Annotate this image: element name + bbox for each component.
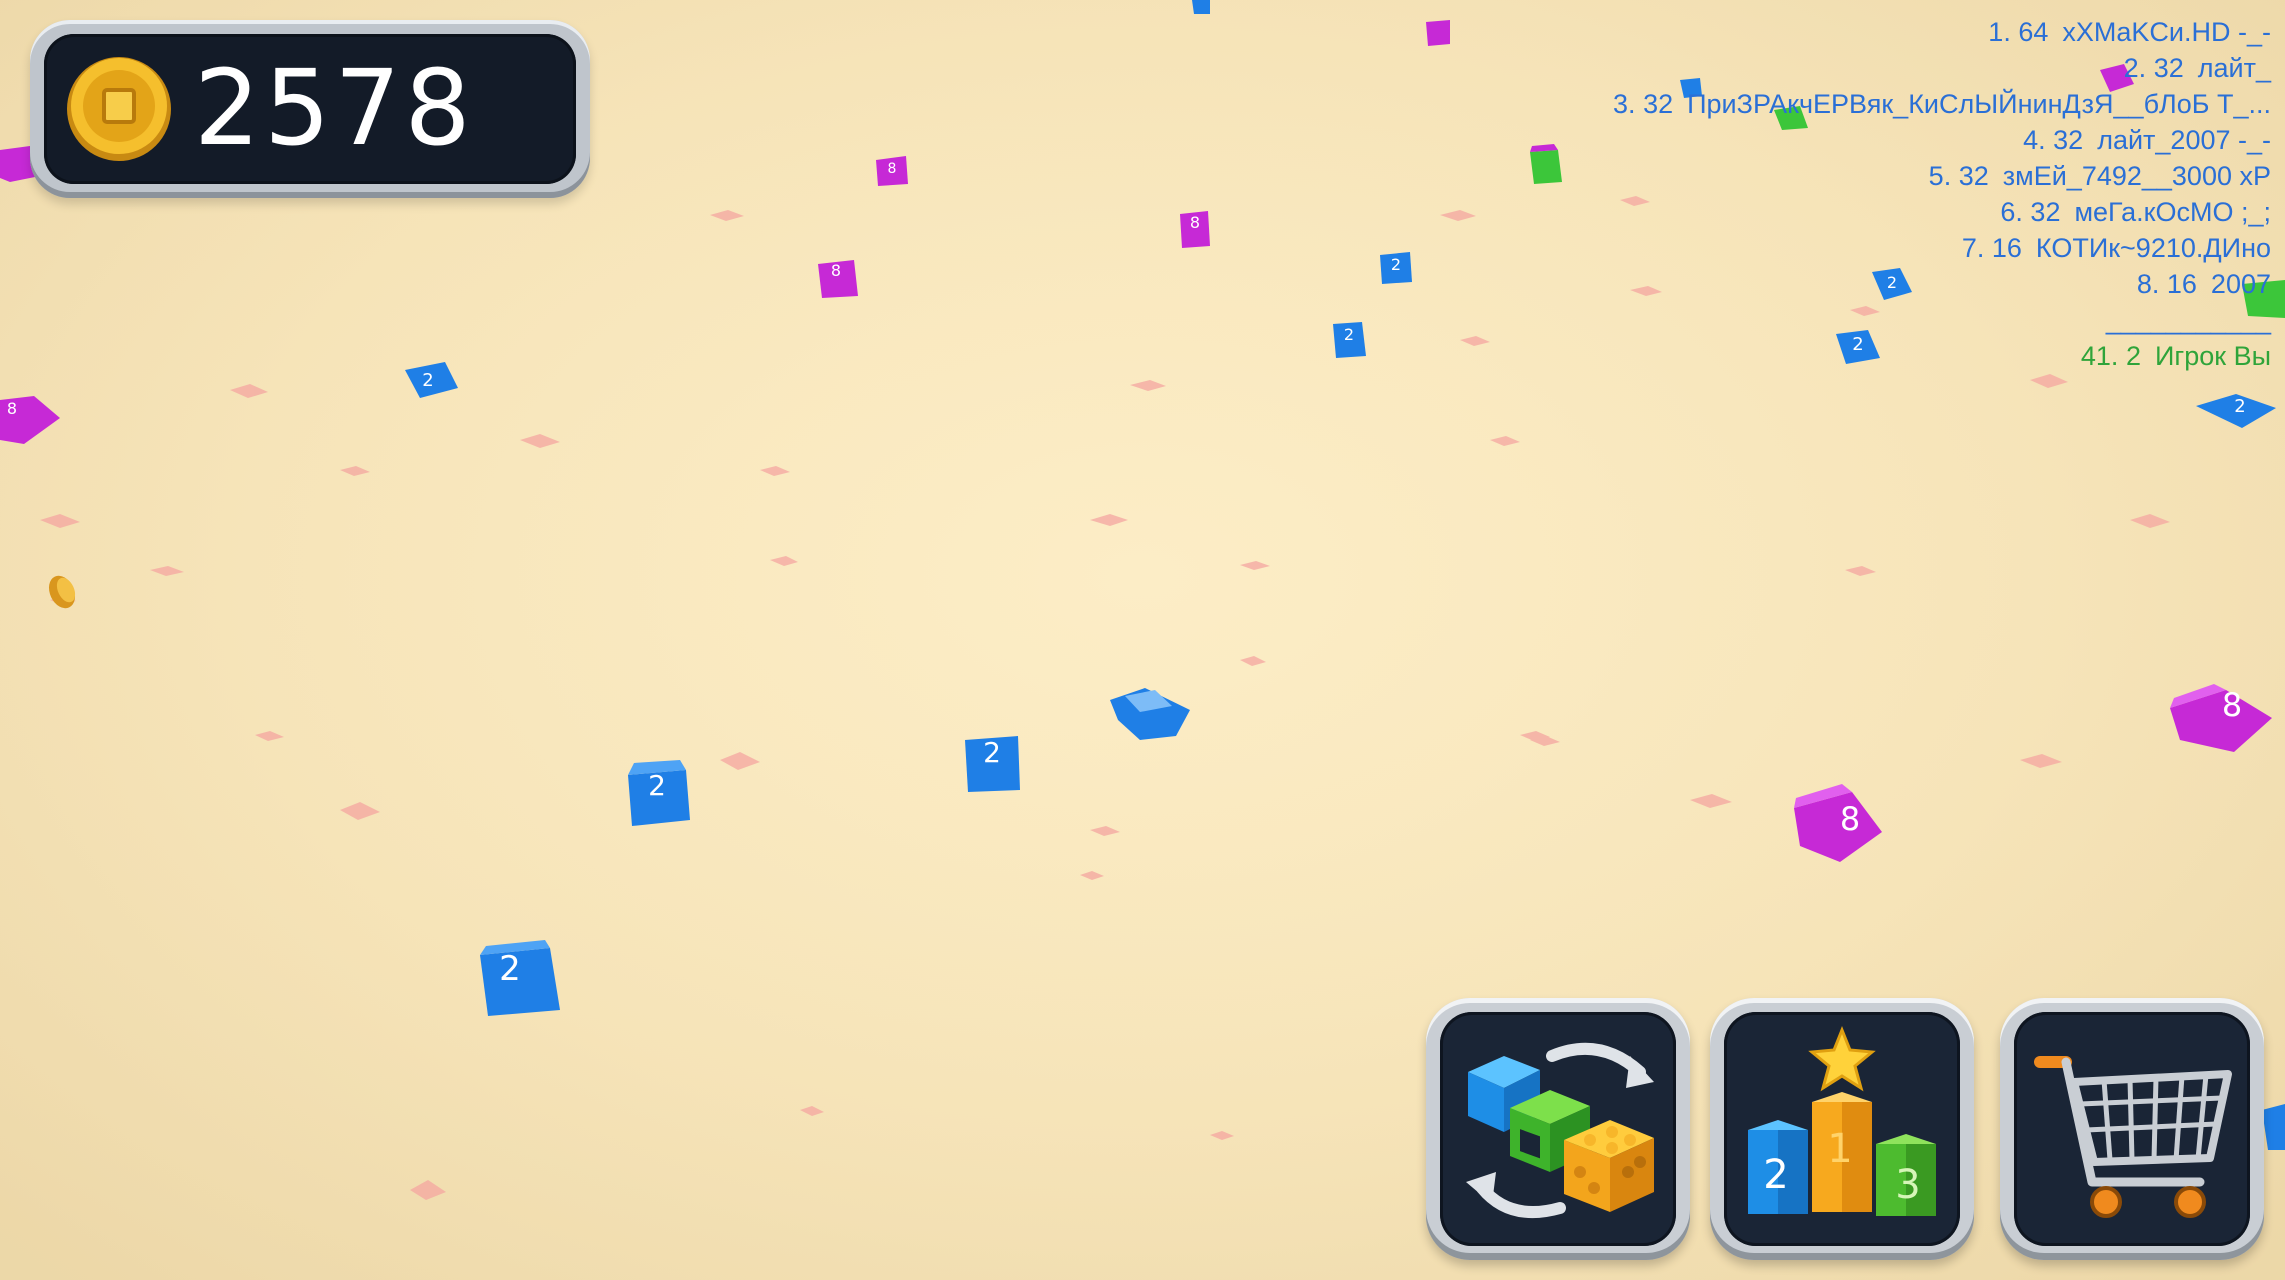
leaderboard-score: 32 [2030, 197, 2061, 227]
podium-leaderboard-icon: 1 2 3 [1748, 1025, 1936, 1216]
cube-label: 8 [1840, 800, 1860, 838]
blue-cube: 2 [628, 760, 690, 826]
leaderboard-player-row: 41. 2 Игрок Вы [1551, 338, 2271, 374]
gold-coin-icon [67, 57, 171, 161]
cube-label: 8 [2222, 686, 2242, 724]
leaderboard-rank: 6. [2000, 197, 2023, 227]
leaderboard-score: 32 [1643, 89, 1674, 119]
leaderboard-button[interactable]: 1 2 3 [1710, 998, 1974, 1260]
cube-label: 8 [831, 261, 841, 280]
leaderboard-rank: 3. [1613, 89, 1636, 119]
cube-label: 8 [7, 399, 17, 418]
svg-text:1: 1 [1827, 1126, 1852, 1172]
leaderboard-row: 2. 32 лайт_ [1551, 50, 2271, 86]
magenta-cube: 8 [1180, 211, 1210, 248]
leaderboard-row: 5. 32 змЕй_7492__3000 хР [1551, 158, 2271, 194]
cube-label: 2 [1391, 255, 1401, 274]
cube-label: 8 [888, 161, 897, 177]
coin-count: 2578 [194, 47, 475, 169]
leaderboard-separator: ___________ [2105, 305, 2271, 335]
leaderboard-row: 4. 32 лайт_2007 -_- [1551, 122, 2271, 158]
leaderboard-score: 32 [2053, 125, 2084, 155]
cube-label: 8 [1190, 213, 1200, 232]
cube-label: 2 [2234, 396, 2245, 417]
leaderboard-name: меГа.кОсМО ;_; [2074, 197, 2271, 227]
leaderboard-rank: 7. [1961, 233, 1985, 263]
leaderboard-score: 32 [2153, 53, 2184, 83]
leaderboard-row: 6. 32 меГа.кОсМО ;_; [1551, 194, 2271, 230]
svg-text:2: 2 [1763, 1152, 1788, 1198]
leaderboard-score: 16 [1991, 233, 2022, 263]
cube-label: 2 [422, 370, 433, 391]
leaderboard-name: 2007 [2210, 269, 2271, 299]
leaderboard-rank: 2. [2123, 53, 2147, 83]
skins-button[interactable] [1426, 998, 1690, 1260]
leaderboard-name: лайт_ [2197, 53, 2271, 83]
leaderboard-rank: 8. [2136, 269, 2160, 299]
leaderboard-score: 64 [2018, 17, 2049, 47]
leaderboard-name: змЕй_7492__3000 хР [2002, 161, 2271, 191]
leaderboard-score: 32 [1958, 161, 1989, 191]
svg-text:3: 3 [1895, 1162, 1920, 1208]
cube-skins-swap-icon [1466, 1042, 1654, 1219]
leaderboard-name: xXMaKCи.HD -_- [2062, 17, 2271, 47]
leaderboard-row: 8. 16 2007 [1551, 266, 2271, 302]
blue-cube: 2 [965, 736, 1020, 792]
leaderboard-rank: 1. [1988, 17, 2011, 47]
leaderboard-rank: 41. [2080, 341, 2119, 371]
blue-cube: 2 [1380, 252, 1412, 284]
cube-label: 2 [499, 949, 521, 989]
leaderboard-row: 7. 16 КОТИк~9210.ДИно [1551, 230, 2271, 266]
leaderboard: 1. 64 xXMaKCи.HD -_- 2. 32 лайт_ 3. 32 ПриЗ… [1551, 14, 2271, 374]
blue-cube: 2 [480, 940, 560, 1016]
shopping-cart-icon [2034, 1056, 2232, 1218]
blue-cube: 2 [1333, 322, 1366, 358]
leaderboard-score: 2 [2125, 341, 2141, 371]
cube-label: 2 [1344, 325, 1354, 344]
cube-label: 2 [648, 769, 666, 802]
leaderboard-name: Игрок Вы [2154, 341, 2271, 371]
blue-cube [1192, 0, 1210, 14]
magenta-cube [1426, 20, 1450, 46]
coin-counter: 2578 [30, 20, 590, 198]
leaderboard-row: 1. 64 xXMaKCи.HD -_- [1551, 14, 2271, 50]
leaderboard-name: КОТИк~9210.ДИно [2035, 233, 2271, 263]
magenta-cube: 8 [818, 260, 858, 298]
shop-button[interactable] [2000, 998, 2264, 1260]
leaderboard-name: лайт_2007 -_- [2097, 125, 2271, 155]
leaderboard-row: 3. 32 ПриЗРАкчЕРВяк_КиСлЫЙнинДзЯ__бЛоБ Т_… [1551, 86, 2271, 122]
leaderboard-rank: 4. [2023, 125, 2046, 155]
leaderboard-name: ПриЗРАкчЕРВяк_КиСлЫЙнинДзЯ__бЛоБ Т_... [1687, 89, 2271, 119]
magenta-cube: 8 [876, 156, 908, 186]
cube-label: 2 [983, 736, 1001, 769]
leaderboard-score: 16 [2166, 269, 2197, 299]
leaderboard-rank: 5. [1928, 161, 1952, 191]
